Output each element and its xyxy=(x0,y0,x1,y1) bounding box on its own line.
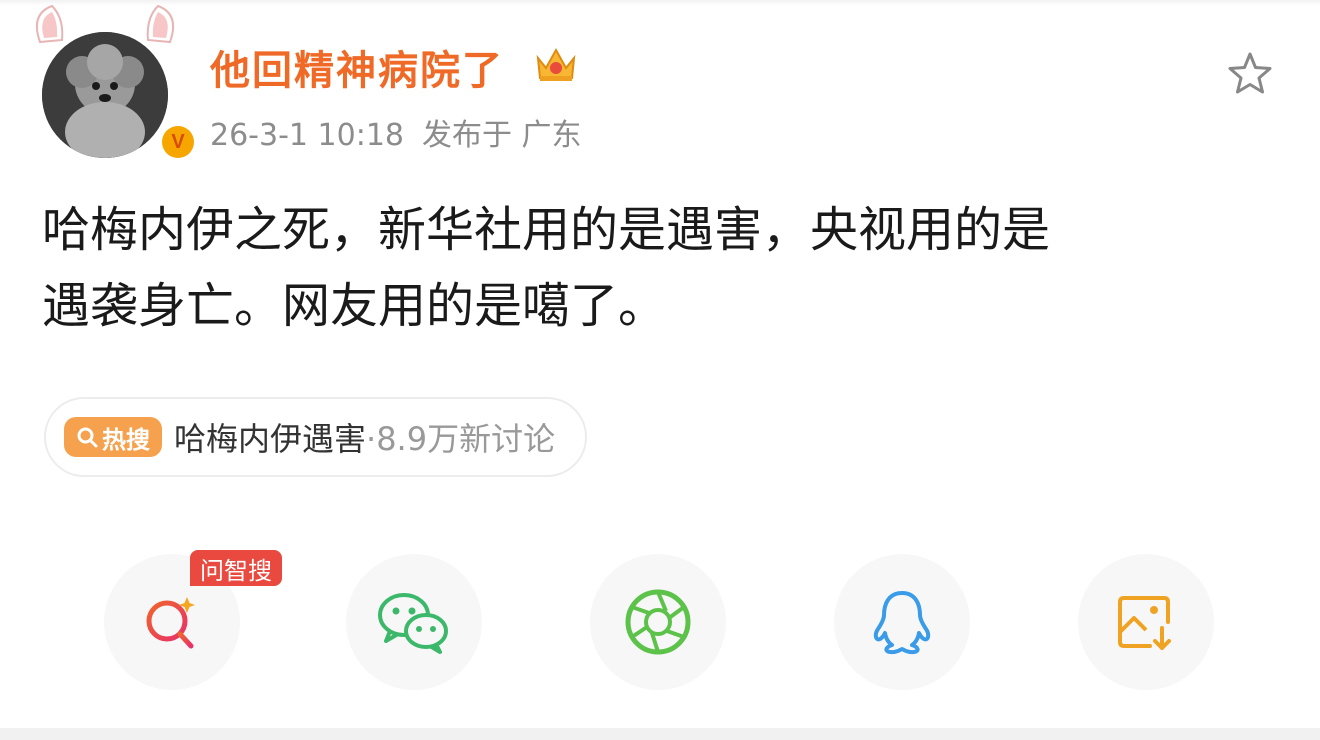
save-image-button[interactable] xyxy=(1078,554,1214,690)
poodle-avatar-image xyxy=(42,32,168,158)
hot-search-stats: ·8.9万新讨论 xyxy=(366,420,556,458)
post-meta: 26-3-1 10:18 发布于 广东 xyxy=(210,110,582,154)
hot-search-badge-label: 热搜 xyxy=(102,425,150,454)
avatar[interactable] xyxy=(42,32,168,158)
star-icon[interactable] xyxy=(1226,50,1274,98)
hot-search-chip[interactable]: 热搜 哈梅内伊遇害 ·8.9万新讨论 xyxy=(44,397,588,477)
top-divider xyxy=(0,0,1320,6)
bottom-divider xyxy=(0,728,1320,740)
post-text-line: 遇袭身亡。网友用的是噶了。 xyxy=(42,278,667,334)
qq-share-button[interactable] xyxy=(834,554,970,690)
moments-icon xyxy=(625,589,691,655)
post-date: 26-3-1 10:18 xyxy=(210,118,404,153)
qq-icon xyxy=(873,591,931,655)
wechat-share-button[interactable] xyxy=(346,554,482,690)
search-icon xyxy=(77,427,98,448)
post-content: 哈梅内伊之死，新华社用的是遇害，央视用的是 遇袭身亡。网友用的是噶了。 xyxy=(42,192,1282,344)
save-image-icon xyxy=(1118,596,1171,650)
verified-badge: V xyxy=(158,122,198,162)
ai-search-icon xyxy=(146,597,195,649)
moments-share-button[interactable] xyxy=(590,554,726,690)
hot-search-topic: 哈梅内伊遇害 xyxy=(174,420,367,458)
ai-search-tag: 问智搜 xyxy=(190,550,282,586)
crown-icon xyxy=(536,47,576,81)
verified-v-icon: V xyxy=(162,126,194,158)
wechat-icon xyxy=(378,593,448,654)
post-location: 发布于 广东 xyxy=(422,118,582,153)
hot-search-badge: 热搜 xyxy=(64,417,162,457)
post-text-line: 哈梅内伊之死，新华社用的是遇害，央视用的是 xyxy=(42,202,1051,258)
user-avatar-area[interactable]: V xyxy=(30,4,198,164)
username[interactable]: 他回精神病院了 xyxy=(210,38,504,96)
weibo-post-page: V 他回精神病院了 26-3-1 10:18 发布于 广东 哈梅内伊之死，新华社用… xyxy=(0,0,1320,740)
